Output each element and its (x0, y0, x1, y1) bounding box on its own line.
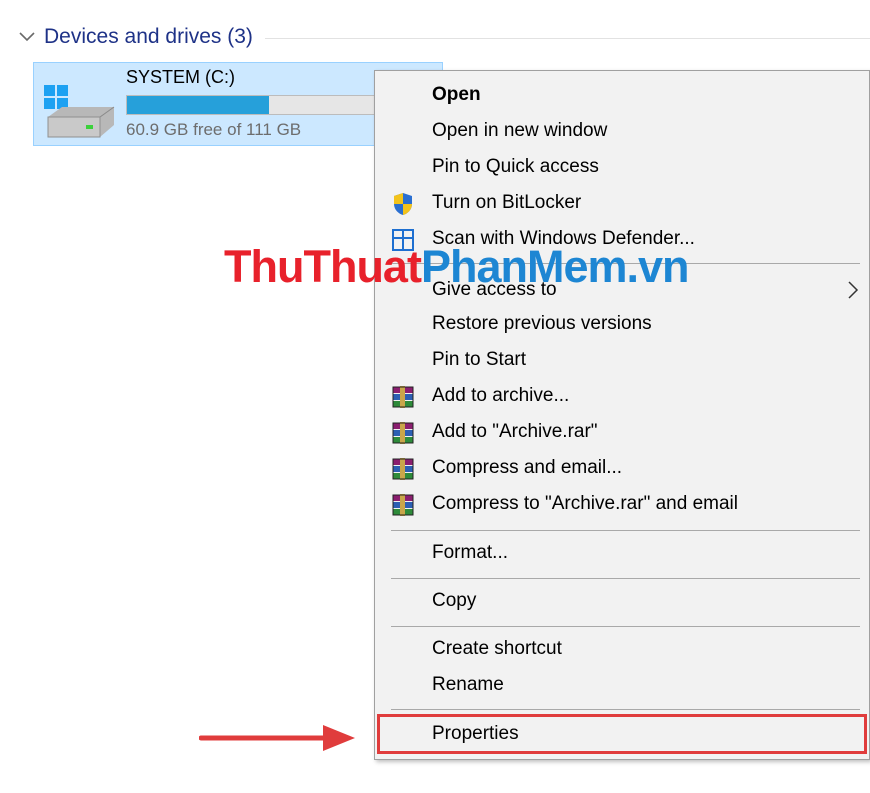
group-title: Devices and drives (3) (44, 25, 253, 48)
menu-item-label: Pin to Start (432, 349, 526, 370)
menu-separator (391, 709, 860, 710)
hard-drive-windows-icon (42, 81, 116, 139)
group-divider (264, 38, 870, 39)
properties-highlight-box (377, 714, 867, 754)
menu-item-open[interactable]: Open (375, 78, 869, 112)
context-menu: Open Open in new window Pin to Quick acc… (374, 70, 870, 760)
red-arrow-icon (198, 721, 359, 760)
bitlocker-shield-icon (389, 192, 417, 216)
menu-item-label: Rename (432, 674, 504, 695)
menu-item-label: Compress to "Archive.rar" and email (432, 493, 738, 514)
menu-item-copy[interactable]: Copy (375, 584, 869, 618)
watermark-part2: PhanMem (420, 241, 628, 292)
menu-item-label: Add to "Archive.rar" (432, 421, 598, 442)
menu-separator (391, 626, 860, 627)
drive-name: SYSTEM (C:) (126, 67, 236, 87)
menu-item-create-shortcut[interactable]: Create shortcut (375, 632, 869, 666)
menu-item-restore-versions[interactable]: Restore previous versions (375, 307, 869, 341)
watermark-part3: .vn (626, 241, 690, 292)
menu-item-label: Open (432, 84, 481, 105)
devices-group-header[interactable]: Devices and drives (3) (16, 22, 870, 52)
menu-separator (391, 530, 860, 531)
menu-item-turn-on-bitlocker[interactable]: Turn on BitLocker (375, 186, 869, 220)
menu-item-label: Create shortcut (432, 638, 562, 659)
menu-item-label: Open in new window (432, 120, 608, 141)
winrar-icon (389, 457, 417, 481)
drive-usage-fill (127, 96, 270, 114)
watermark-part1: ThuThuat (224, 241, 422, 292)
menu-item-add-to-archive[interactable]: Add to archive... (375, 379, 869, 413)
menu-item-label: Format... (432, 542, 509, 563)
winrar-icon (389, 385, 417, 409)
menu-item-label: Copy (432, 590, 477, 611)
menu-item-label: Turn on BitLocker (432, 192, 582, 213)
winrar-icon (389, 421, 417, 445)
menu-item-label: Compress and email... (432, 457, 623, 478)
menu-item-compress-email[interactable]: Compress and email... (375, 451, 869, 485)
menu-item-open-new-window[interactable]: Open in new window (375, 114, 869, 148)
menu-item-add-to-archive-rar[interactable]: Add to "Archive.rar" (375, 415, 869, 449)
menu-item-format[interactable]: Format... (375, 536, 869, 570)
watermark-logo: ThuThuatPhanMem.vn (224, 241, 690, 292)
menu-separator (391, 578, 860, 579)
menu-item-label: Add to archive... (432, 385, 570, 406)
menu-item-pin-quick-access[interactable]: Pin to Quick access (375, 150, 869, 184)
menu-item-pin-start[interactable]: Pin to Start (375, 343, 869, 377)
menu-item-rename[interactable]: Rename (375, 668, 869, 702)
menu-item-compress-rar-email[interactable]: Compress to "Archive.rar" and email (375, 487, 869, 521)
drive-free-space: 60.9 GB free of 111 GB (126, 120, 302, 139)
menu-item-label: Pin to Quick access (432, 156, 599, 177)
menu-item-label: Restore previous versions (432, 313, 652, 334)
chevron-right-icon (847, 280, 859, 305)
winrar-icon (389, 493, 417, 517)
chevron-down-icon[interactable] (16, 26, 38, 48)
